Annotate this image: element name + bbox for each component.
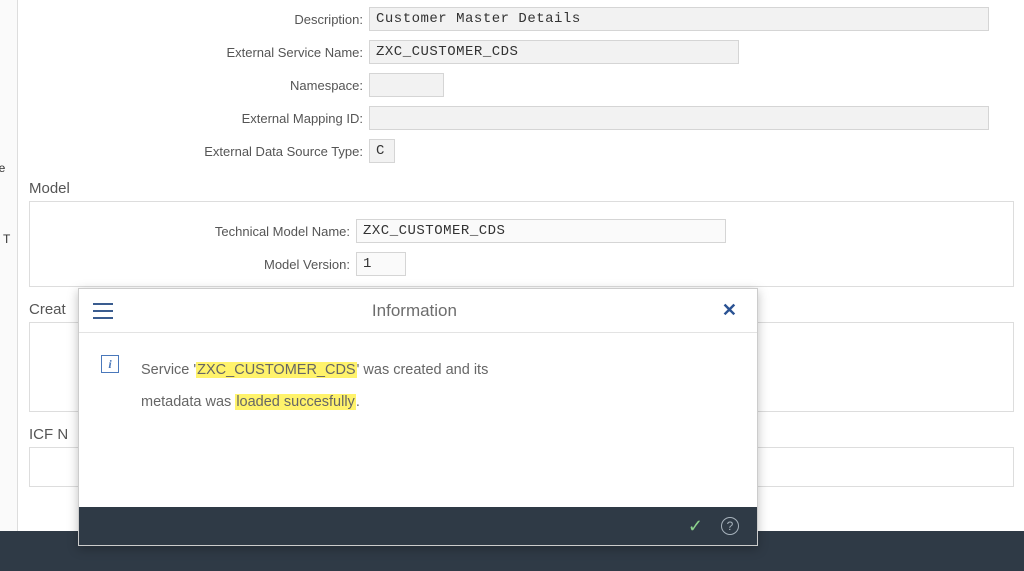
section-title-model: Model bbox=[29, 180, 1014, 197]
menu-icon[interactable] bbox=[93, 303, 113, 319]
model-group: Technical Model Name: Model Version: bbox=[29, 201, 1014, 287]
row-ext-data-src-type: External Data Source Type: bbox=[29, 136, 1014, 166]
msg-part1: Service ' bbox=[141, 362, 196, 378]
label-description: Description: bbox=[29, 12, 369, 27]
dialog-message: Service 'ZXC_CUSTOMER_CDS' was created a… bbox=[141, 355, 488, 419]
msg-loaded: loaded succesfully bbox=[235, 394, 356, 410]
input-model-version[interactable] bbox=[356, 252, 406, 276]
msg-service-name: ZXC_CUSTOMER_CDS bbox=[196, 362, 356, 378]
row-namespace: Namespace: bbox=[29, 70, 1014, 100]
input-ext-service-name[interactable] bbox=[369, 40, 739, 64]
edge-text-2: T bbox=[3, 232, 10, 246]
ok-check-icon[interactable]: ✓ bbox=[688, 516, 703, 537]
dialog-header: Information ✕ bbox=[79, 289, 757, 333]
msg-part3: metadata was bbox=[141, 394, 235, 410]
input-tech-model-name[interactable] bbox=[356, 219, 726, 243]
label-namespace: Namespace: bbox=[29, 78, 369, 93]
input-ext-data-src-type[interactable] bbox=[369, 139, 395, 163]
close-icon[interactable]: ✕ bbox=[716, 296, 743, 325]
dialog-body: i Service 'ZXC_CUSTOMER_CDS' was created… bbox=[79, 333, 757, 419]
row-ext-service-name: External Service Name: bbox=[29, 37, 1014, 67]
row-ext-mapping-id: External Mapping ID: bbox=[29, 103, 1014, 133]
help-icon[interactable]: ? bbox=[721, 517, 739, 535]
dialog-footer: ✓ ? bbox=[79, 507, 757, 545]
msg-part2: ' was created and its bbox=[357, 362, 489, 378]
input-ext-mapping-id[interactable] bbox=[369, 106, 989, 130]
row-model-version: Model Version: bbox=[30, 249, 1013, 279]
info-dialog: Information ✕ i Service 'ZXC_CUSTOMER_CD… bbox=[78, 288, 758, 546]
label-ext-service-name: External Service Name: bbox=[29, 45, 369, 60]
info-icon: i bbox=[101, 355, 119, 373]
label-ext-mapping-id: External Mapping ID: bbox=[29, 111, 369, 126]
label-ext-data-src-type: External Data Source Type: bbox=[29, 144, 369, 159]
input-namespace[interactable] bbox=[369, 73, 444, 97]
msg-part4: . bbox=[356, 394, 360, 410]
row-description: Description: bbox=[29, 4, 1014, 34]
row-tech-model-name: Technical Model Name: bbox=[30, 216, 1013, 246]
edge-text-1: le bbox=[0, 161, 5, 175]
label-tech-model-name: Technical Model Name: bbox=[30, 224, 356, 239]
left-edge-panel: le T bbox=[0, 0, 18, 571]
input-description[interactable] bbox=[369, 7, 989, 31]
label-model-version: Model Version: bbox=[30, 257, 356, 272]
dialog-title: Information bbox=[113, 301, 716, 321]
